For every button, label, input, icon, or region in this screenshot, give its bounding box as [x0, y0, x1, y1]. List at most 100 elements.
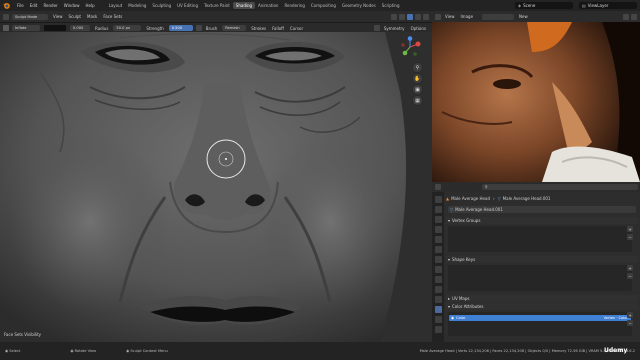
properties-editor-type-icon[interactable] — [435, 184, 441, 190]
vertex-groups-list[interactable] — [448, 226, 632, 252]
menu-face-sets[interactable]: Face Sets — [100, 14, 125, 19]
tab-uv-editing[interactable]: UV Editing — [174, 2, 201, 9]
menu-render[interactable]: Render — [40, 3, 60, 8]
tab-geometry-nodes[interactable]: Geometry Nodes — [339, 2, 379, 9]
image-display-icon[interactable] — [631, 13, 637, 20]
strokes-label[interactable]: Strokes — [248, 26, 269, 31]
properties-search-input[interactable]: ⚲ — [482, 184, 638, 190]
menu-window[interactable]: Window — [61, 3, 83, 8]
tab-sculpting[interactable]: Sculpting — [149, 2, 174, 9]
xray-icon[interactable] — [391, 13, 397, 20]
pan-icon[interactable]: ✋ — [412, 73, 423, 84]
mode-selector[interactable]: Sculpt Mode — [12, 13, 48, 20]
brush-icon[interactable] — [3, 25, 9, 31]
shape-keys-list[interactable] — [448, 265, 632, 291]
brush-color-swatch[interactable] — [44, 25, 66, 31]
image-editor-type-icon[interactable] — [435, 13, 441, 20]
ortho-toggle-icon[interactable]: ▦ — [412, 95, 423, 106]
reference-photo — [432, 22, 640, 182]
uv-maps-panel[interactable]: ▸ UV Maps — [446, 295, 638, 302]
status-bar: ◉ Select ◉ Rotate View ◉ Sculpt Context … — [0, 342, 640, 360]
overlay-icon[interactable] — [399, 13, 405, 20]
tab-compositing[interactable]: Compositing — [308, 2, 339, 9]
tab-render-icon[interactable] — [434, 205, 442, 213]
color-attributes-list[interactable]: ◉ Color Vertex · Color — [448, 312, 632, 336]
tab-view-layer-icon[interactable] — [434, 225, 442, 233]
vertex-group-remove-button[interactable]: − — [627, 234, 633, 240]
top-menu-bar: File Edit Render Window Help Layout Mode… — [0, 0, 640, 11]
tab-object-icon[interactable] — [434, 255, 442, 263]
shape-keys-panel[interactable]: ▾ Shape Keys — [446, 256, 638, 263]
scene-selector[interactable]: ◈ Scene — [515, 2, 573, 9]
viewport-header: Sculpt Mode View Sculpt Mask Face Sets — [0, 11, 432, 22]
symmetry-x-icon[interactable] — [373, 25, 380, 31]
radius-label: Radius — [95, 25, 109, 31]
tab-constraints-icon[interactable] — [434, 295, 442, 303]
tab-rendering[interactable]: Rendering — [281, 2, 307, 9]
image-pin-icon[interactable] — [623, 13, 629, 20]
3d-viewport[interactable]: Face Sets Visibility — [0, 32, 432, 342]
options-label[interactable]: Options — [408, 26, 429, 31]
menu-mask[interactable]: Mask — [84, 14, 100, 19]
tab-modifiers-icon[interactable] — [434, 265, 442, 273]
camera-view-icon[interactable]: ▣ — [412, 84, 423, 95]
brush-name-field[interactable]: Inflate — [12, 25, 40, 31]
menu-help[interactable]: Help — [82, 3, 97, 8]
shape-key-add-button[interactable]: + — [627, 265, 633, 271]
zoom-icon[interactable]: ⚲ — [412, 62, 423, 73]
tab-output-icon[interactable] — [434, 215, 442, 223]
image-new-button[interactable]: New — [516, 14, 531, 19]
tab-shading[interactable]: Shading — [232, 2, 256, 9]
view-layer-name: ViewLayer — [587, 3, 609, 8]
status-select: ◉ Select — [5, 349, 21, 353]
reference-image[interactable] — [432, 22, 640, 182]
tab-scripting[interactable]: Scripting — [379, 2, 403, 9]
tab-texture-icon[interactable] — [434, 325, 442, 333]
remesh-field[interactable]: Remesh — [222, 25, 247, 31]
tab-world-icon[interactable] — [434, 245, 442, 253]
view-layer-icon: ▤ — [582, 3, 586, 8]
navigation-gizmo[interactable] — [399, 36, 421, 58]
cursor-label[interactable]: Cursor — [287, 26, 306, 31]
menu-file[interactable]: File — [14, 3, 27, 8]
tab-material-icon[interactable] — [434, 315, 442, 323]
symmetry-label[interactable]: Symmetry — [381, 26, 408, 31]
scene-icon: ◈ — [518, 3, 522, 8]
tab-layout[interactable]: Layout — [106, 2, 126, 9]
vertex-group-add-button[interactable]: + — [627, 226, 633, 232]
tab-modeling[interactable]: Modeling — [125, 2, 149, 9]
blender-logo-icon[interactable] — [2, 1, 11, 10]
image-menu-image[interactable]: Image — [458, 14, 477, 19]
pressure-icon[interactable] — [195, 25, 202, 31]
vertex-groups-panel[interactable]: ▾ Vertex Groups — [446, 217, 638, 224]
color-attribute-add-button[interactable]: + — [627, 312, 633, 318]
view-layer-selector[interactable]: ▤ ViewLayer — [579, 2, 637, 9]
tab-scene-icon[interactable] — [434, 235, 442, 243]
strength-field[interactable]: 0.500 — [168, 25, 193, 31]
brush-value-field[interactable]: 0.000 — [70, 25, 90, 31]
image-selector[interactable] — [482, 13, 515, 20]
tab-mesh-data-icon[interactable] — [434, 305, 442, 313]
menu-sculpt[interactable]: Sculpt — [66, 14, 85, 19]
tab-texture-paint[interactable]: Texture Paint — [201, 2, 233, 9]
menu-view[interactable]: View — [50, 14, 66, 19]
image-menu-view[interactable]: View — [442, 14, 458, 19]
radius-field[interactable]: 50.0 px — [113, 25, 142, 31]
image-editor-header: View Image New — [432, 11, 640, 22]
shape-key-remove-button[interactable]: − — [627, 273, 633, 279]
falloff-label[interactable]: Falloff — [269, 26, 287, 31]
tab-physics-icon[interactable] — [434, 285, 442, 293]
brush-settings-label[interactable]: Brush — [203, 26, 221, 31]
color-attribute-remove-button[interactable]: − — [627, 320, 633, 326]
color-attribute-item[interactable]: ◉ Color Vertex · Color — [449, 315, 631, 321]
color-attributes-panel[interactable]: ▾ Color Attributes — [446, 303, 638, 310]
tab-tool-icon[interactable] — [434, 195, 442, 203]
solid-shading-icon[interactable] — [407, 13, 413, 20]
menu-edit[interactable]: Edit — [27, 3, 41, 8]
rendered-shading-icon[interactable] — [423, 13, 429, 20]
mesh-datablock-field[interactable]: ▽ Male Average Head.001 — [448, 206, 636, 213]
tab-animation[interactable]: Animation — [255, 2, 281, 9]
editor-type-icon[interactable] — [3, 13, 9, 20]
material-shading-icon[interactable] — [415, 13, 421, 20]
tab-particles-icon[interactable] — [434, 275, 442, 283]
